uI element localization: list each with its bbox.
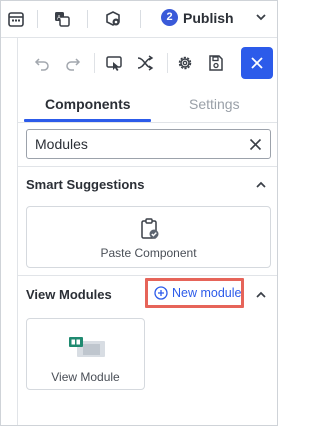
publish-count-badge[interactable]: 2 — [161, 9, 178, 26]
search-input[interactable]: Modules — [26, 129, 271, 159]
chevron-down-icon[interactable] — [255, 11, 267, 23]
section-title-smart-suggestions: Smart Suggestions — [26, 177, 145, 192]
close-icon — [251, 57, 263, 69]
gear-icon[interactable] — [176, 54, 194, 72]
redo-icon[interactable] — [64, 54, 82, 72]
settings-box-icon[interactable] — [104, 10, 122, 28]
publish-button[interactable]: Publish — [183, 10, 234, 26]
search-value: Modules — [35, 136, 88, 152]
card-label: View Module — [51, 370, 120, 384]
calendar-icon[interactable] — [7, 10, 25, 28]
tabs-border — [18, 122, 277, 123]
close-button[interactable] — [241, 47, 273, 79]
toolbar — [18, 38, 277, 88]
divider — [94, 53, 95, 73]
preview-icon[interactable] — [105, 54, 123, 72]
section-title-view-modules: View Modules — [26, 287, 112, 302]
module-preview-icon — [69, 337, 105, 357]
view-module-card[interactable]: View Module — [26, 318, 145, 390]
paste-component-card[interactable]: Paste Component — [26, 206, 271, 268]
add-circle-icon — [154, 286, 168, 300]
top-bar: A 2 Publish — [1, 1, 277, 38]
translate-icon[interactable]: A — [53, 10, 71, 28]
panel-tabs: Components Settings — [18, 88, 277, 122]
section-divider — [18, 275, 277, 276]
undo-icon[interactable] — [33, 54, 51, 72]
divider — [140, 10, 141, 28]
shuffle-icon[interactable] — [136, 54, 154, 72]
chevron-up-icon[interactable] — [255, 289, 267, 301]
divider — [167, 53, 168, 73]
tab-settings[interactable]: Settings — [189, 96, 240, 112]
divider — [87, 10, 88, 28]
save-icon[interactable] — [207, 54, 225, 72]
new-module-label: New module — [172, 286, 242, 300]
tab-components[interactable]: Components — [45, 96, 131, 112]
divider — [37, 10, 38, 28]
chevron-up-icon[interactable] — [255, 179, 267, 191]
new-module-button[interactable]: New module — [145, 278, 244, 308]
svg-text:A: A — [57, 16, 61, 22]
section-divider — [18, 166, 277, 167]
card-label: Paste Component — [100, 246, 197, 260]
clear-icon[interactable] — [249, 138, 262, 151]
editor-panel: A 2 Publish Components Settings Modules … — [0, 0, 278, 426]
clipboard-check-icon — [141, 218, 159, 239]
